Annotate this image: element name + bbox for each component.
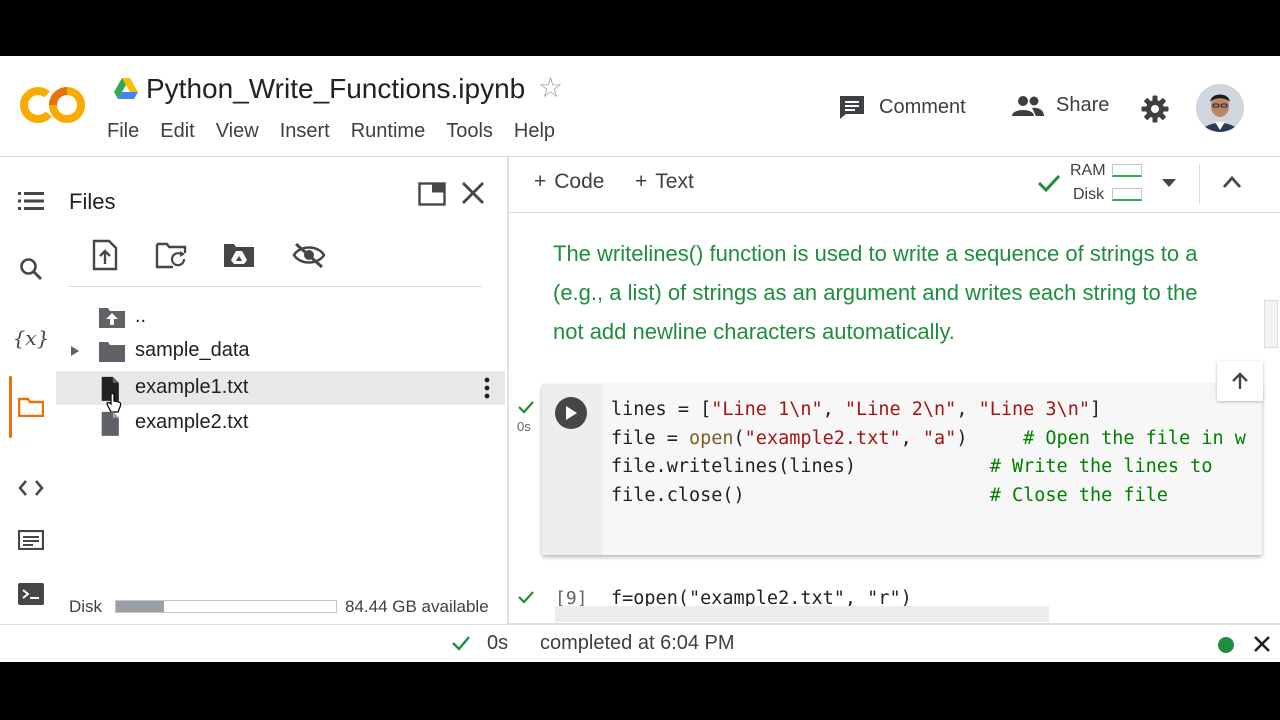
cell-success-check-icon xyxy=(518,401,534,414)
vertical-scrollbar-thumb[interactable] xyxy=(1264,300,1278,348)
disk-usage-bar xyxy=(115,600,337,613)
toolbar-separator xyxy=(1199,164,1200,204)
panel-resize-divider[interactable] xyxy=(507,157,509,625)
status-completed-text: completed at 6:04 PM xyxy=(540,632,735,654)
colab-window: Python_Write_Functions.ipynb ☆ File Edit… xyxy=(0,56,1280,662)
avatar-image xyxy=(1196,84,1244,132)
menu-help[interactable]: Help xyxy=(514,120,555,143)
terminal-icon[interactable] xyxy=(14,577,48,611)
collapse-header-chevron-up-icon[interactable] xyxy=(1222,175,1242,189)
menu-file[interactable]: File xyxy=(107,120,139,143)
code-snippets-icon[interactable] xyxy=(14,471,48,505)
horizontal-scrollbar[interactable] xyxy=(555,606,1049,622)
menu-runtime[interactable]: Runtime xyxy=(351,120,425,143)
notebook-title[interactable]: Python_Write_Functions.ipynb xyxy=(146,73,525,105)
menu-edit[interactable]: Edit xyxy=(160,120,194,143)
share-button[interactable]: Share xyxy=(1012,94,1109,117)
add-text-label: Text xyxy=(655,170,694,193)
file-row-parent[interactable]: .. xyxy=(56,300,505,334)
variables-icon[interactable]: {x} xyxy=(13,321,50,355)
refresh-folder-icon[interactable] xyxy=(155,238,189,272)
menu-tools[interactable]: Tools xyxy=(446,120,493,143)
google-drive-icon xyxy=(114,78,138,99)
file-label: .. xyxy=(135,305,147,327)
expand-arrow-icon[interactable] xyxy=(70,346,80,356)
settings-gear-icon[interactable] xyxy=(1140,94,1170,124)
status-check-icon xyxy=(452,636,470,651)
connected-check-icon xyxy=(1037,174,1061,192)
status-bar-divider xyxy=(0,624,1280,625)
comment-icon xyxy=(840,96,864,119)
add-code-button[interactable]: + Code xyxy=(534,170,604,194)
cell-success-check-icon xyxy=(518,591,534,604)
move-cell-up-button[interactable] xyxy=(1217,361,1263,401)
toolbar-divider xyxy=(509,212,1280,213)
resources-dropdown-icon[interactable] xyxy=(1162,179,1176,188)
file-row-sample-data[interactable]: sample_data xyxy=(56,334,505,368)
ram-label: RAM xyxy=(1070,162,1106,179)
colab-logo[interactable] xyxy=(20,84,86,126)
close-status-icon[interactable] xyxy=(1252,634,1272,654)
file-label: example1.txt xyxy=(135,376,249,398)
user-avatar[interactable] xyxy=(1196,84,1244,132)
comment-button[interactable]: Comment xyxy=(838,94,966,120)
menu-bar: File Edit View Insert Runtime Tools Help xyxy=(107,120,576,143)
command-palette-icon[interactable] xyxy=(14,523,48,557)
share-label: Share xyxy=(1056,94,1110,116)
plus-icon: + xyxy=(635,170,648,193)
code-editor[interactable]: lines = ["Line 1\n", "Line 2\n", "Line 3… xyxy=(611,396,1246,510)
star-icon[interactable]: ☆ xyxy=(538,74,563,102)
search-icon[interactable] xyxy=(14,252,48,286)
markdown-line: The writelines() function is used to wri… xyxy=(553,241,1198,266)
run-cell-button[interactable] xyxy=(555,397,587,429)
file-label: example2.txt xyxy=(135,411,249,433)
upload-file-icon[interactable] xyxy=(88,238,122,272)
status-exec-time: 0s xyxy=(487,632,509,654)
mount-drive-icon[interactable] xyxy=(222,238,256,272)
files-panel-title: Files xyxy=(69,189,116,214)
menu-insert[interactable]: Insert xyxy=(280,120,330,143)
disk-resource-label: Disk xyxy=(1073,186,1105,203)
play-icon xyxy=(566,406,577,420)
people-icon xyxy=(1012,95,1044,116)
disk-usage-fill xyxy=(116,601,165,612)
add-text-button[interactable]: + Text xyxy=(635,170,694,194)
open-in-tab-icon[interactable] xyxy=(418,182,446,206)
runtime-status-dot xyxy=(1218,637,1234,653)
file-row-example2[interactable]: example2.txt xyxy=(56,406,505,440)
disk-available-text: 84.44 GB available xyxy=(345,597,489,616)
markdown-line: not add newline characters automatically… xyxy=(553,319,955,344)
code-cell[interactable]: lines = ["Line 1\n", "Line 2\n", "Line 3… xyxy=(542,384,1262,555)
menu-view[interactable]: View xyxy=(216,120,259,143)
disk-usage-mini-bar[interactable] xyxy=(1112,188,1142,201)
cell-execution-time: 0s xyxy=(517,419,531,434)
file-row-example1[interactable]: example1.txt xyxy=(56,371,505,413)
add-code-label: Code xyxy=(554,170,605,193)
table-of-contents-icon[interactable] xyxy=(14,184,48,218)
ram-usage-bar[interactable] xyxy=(1112,164,1142,177)
more-vertical-icon[interactable] xyxy=(481,376,493,400)
arrow-up-icon xyxy=(1232,372,1248,389)
comment-label: Comment xyxy=(879,95,966,118)
files-toolbar-divider xyxy=(68,286,482,287)
folder-icon xyxy=(99,342,125,362)
folder-up-icon xyxy=(99,308,125,328)
rail-active-indicator xyxy=(9,376,12,438)
files-folder-icon[interactable] xyxy=(14,390,48,424)
header-divider xyxy=(0,156,1280,157)
plus-icon: + xyxy=(534,170,547,193)
disk-label: Disk xyxy=(69,597,103,616)
hidden-files-eye-off-icon[interactable] xyxy=(292,238,326,272)
close-panel-icon[interactable] xyxy=(458,178,488,208)
file-icon xyxy=(101,411,119,436)
file-label: sample_data xyxy=(135,339,250,361)
markdown-text-cell[interactable]: The writelines() function is used to wri… xyxy=(553,234,1273,351)
markdown-line: (e.g., a list) of strings as an argument… xyxy=(553,280,1198,305)
